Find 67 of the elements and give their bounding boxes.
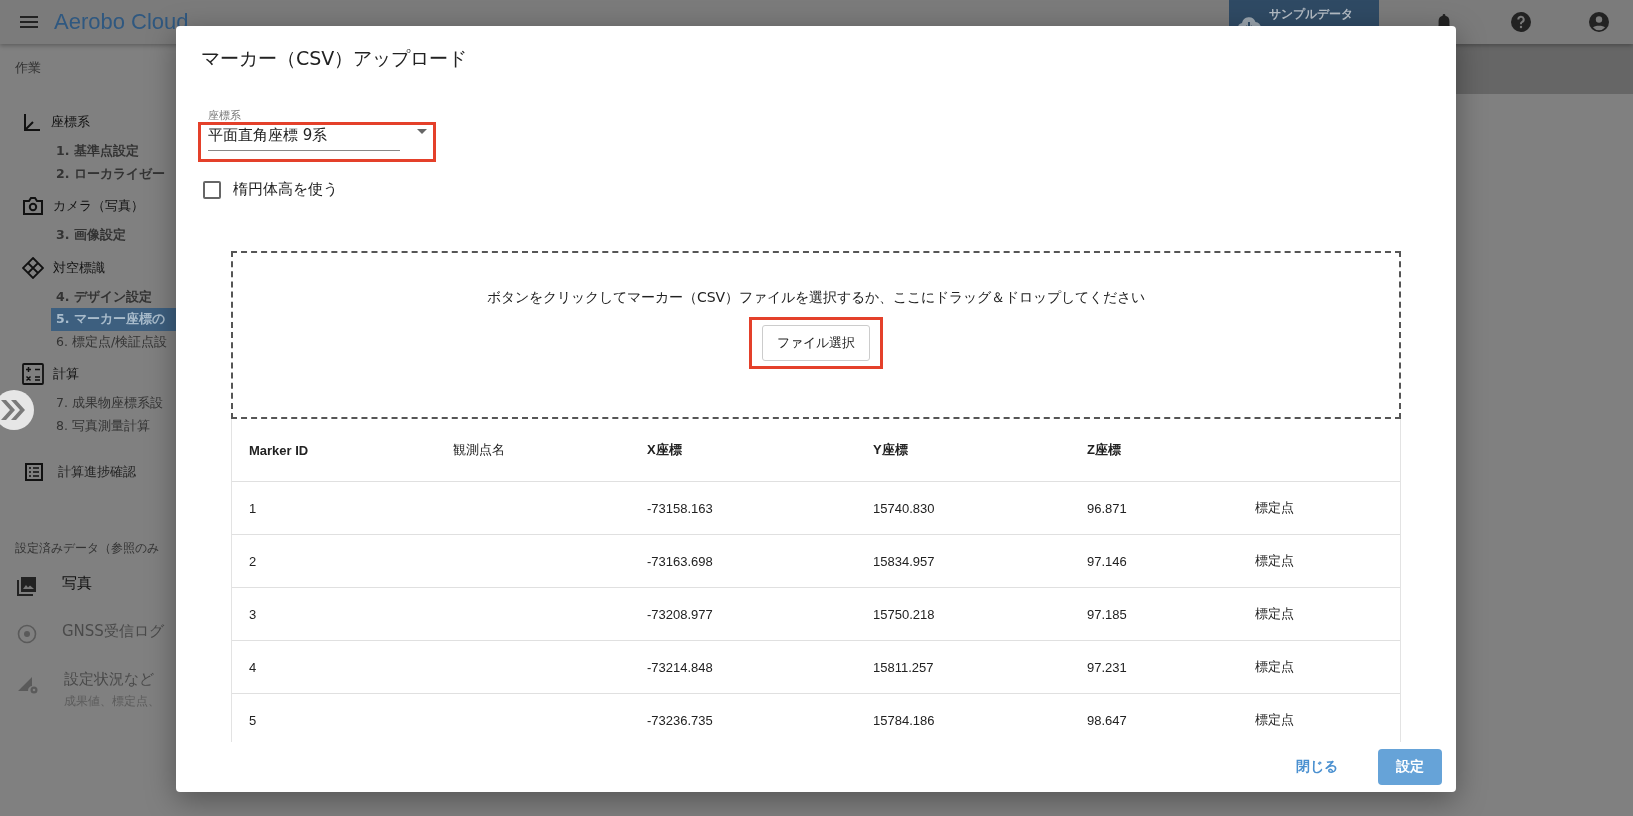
table-cell: 97.185: [1087, 606, 1127, 622]
section-label: 作業: [14, 59, 42, 76]
nav-item[interactable]: 2. ローカライゼー: [56, 162, 165, 185]
table-cell: -73236.735: [647, 712, 713, 728]
nav-link[interactable]: 計算進捗確認: [58, 463, 136, 481]
camera-icon: [22, 197, 44, 215]
column-header: Y座標: [873, 441, 908, 459]
table-cell: -73158.163: [647, 500, 713, 516]
apply-button[interactable]: 設定: [1378, 749, 1442, 785]
table-cell: 97.231: [1087, 659, 1127, 675]
drop-zone-message: ボタンをクリックしてマーカー（CSV）ファイルを選択するか、ここにドラッグ＆ドロップしてください: [486, 289, 1146, 307]
table-cell: 3: [249, 606, 257, 622]
nav-item[interactable]: 5. マーカー座標の: [51, 308, 176, 331]
file-select-button[interactable]: ファイル選択: [762, 325, 870, 361]
table-cell: 標定点: [1255, 552, 1294, 570]
nav-item[interactable]: 1. 基準点設定: [56, 140, 139, 163]
table-cell: 標定点: [1255, 605, 1294, 623]
table-cell: 5: [249, 712, 257, 728]
checkbox-label: 楕円体高を使う: [233, 180, 338, 199]
account-icon[interactable]: [1589, 12, 1609, 32]
close-button[interactable]: 閉じる: [1290, 757, 1344, 777]
table-cell: 1: [249, 500, 257, 516]
nav-group-label: カメラ（写真）: [53, 197, 144, 215]
nav-item[interactable]: 4. デザイン設定: [56, 285, 152, 308]
table-cell: 96.871: [1087, 500, 1127, 516]
table-cell: 標定点: [1255, 658, 1294, 676]
checkbox[interactable]: [203, 180, 221, 199]
help-icon[interactable]: [1511, 12, 1531, 32]
table-cell: 4: [249, 659, 257, 675]
coordinate-system-select[interactable]: 座標系 平面直角座標 9系: [208, 109, 400, 151]
diamond-grid-icon: [22, 256, 44, 279]
calculator-icon: [22, 363, 44, 385]
table-cell: 97.146: [1087, 553, 1127, 569]
column-header: Marker ID: [249, 442, 309, 458]
nav-group-label: 対空標識: [53, 258, 105, 277]
menu-icon[interactable]: [20, 16, 38, 28]
nav-item[interactable]: 7. 成果物座標系設: [56, 392, 163, 415]
table-cell: -73214.848: [647, 659, 713, 675]
table-cell: -73163.698: [647, 553, 713, 569]
expand-icon[interactable]: [0, 390, 34, 430]
table-cell: 15750.218: [873, 606, 935, 622]
table-cell: -73208.977: [647, 606, 713, 622]
section-label: 設定済みデータ（参照のみ: [14, 540, 160, 556]
column-header: 観測点名: [453, 441, 505, 459]
dialog-title: マーカー（CSV）アップロード: [200, 46, 469, 71]
data-item-label[interactable]: 写真: [62, 574, 92, 593]
table-cell: 標定点: [1255, 711, 1294, 729]
nav-item[interactable]: 8. 写真測量計算: [56, 414, 150, 437]
table-cell: 15740.830: [873, 500, 935, 516]
table-cell: 98.647: [1087, 712, 1127, 728]
table-cell: 15811.257: [873, 659, 934, 675]
photo-library-icon: [17, 576, 37, 596]
axes-icon: [22, 112, 42, 132]
nav-item[interactable]: 3. 画像設定: [56, 224, 126, 247]
nav-item[interactable]: 6. 標定点/検証点設: [56, 330, 168, 353]
table-cell: 15834.957: [873, 553, 935, 569]
table-cell: 15784.186: [873, 712, 935, 728]
nav-group-label: 計算: [53, 365, 79, 383]
table-cell: 2: [249, 553, 257, 569]
list-icon: [25, 463, 43, 481]
radio-dot-icon: [17, 624, 37, 644]
column-header: Z座標: [1087, 441, 1121, 459]
column-header: X座標: [647, 441, 682, 459]
drop-zone[interactable]: ボタンをクリックしてマーカー（CSV）ファイルを選択するか、ここにドラッグ＆ドロップしてください ファイル選択: [231, 251, 1401, 419]
nav-group-label: 座標系: [51, 113, 90, 131]
dropdown-caret-icon[interactable]: [417, 129, 427, 134]
table-cell: 標定点: [1255, 499, 1294, 517]
